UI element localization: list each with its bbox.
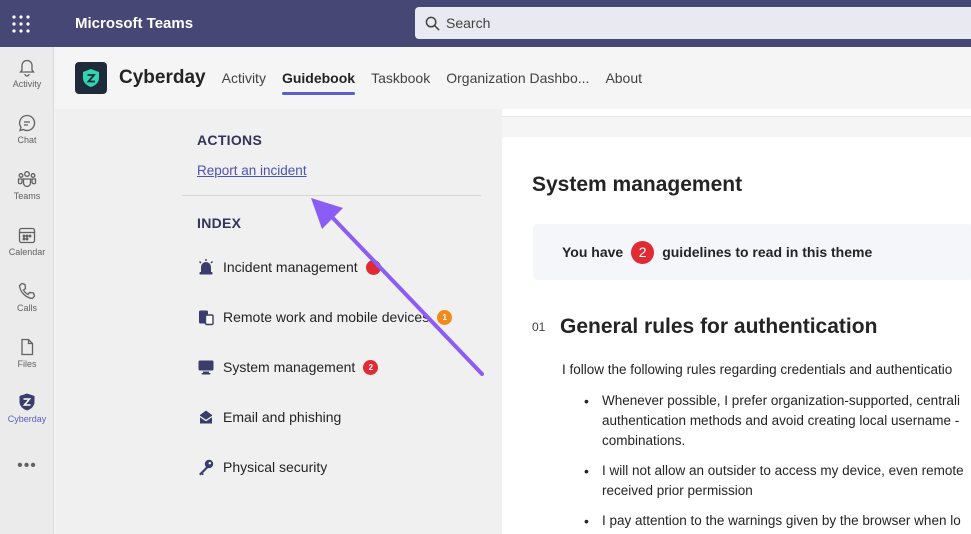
tab-activity[interactable]: Activity <box>222 47 266 109</box>
theme-content: System management You have 2 guidelines … <box>502 137 971 534</box>
calendar-icon <box>18 227 36 244</box>
search-box[interactable]: Search <box>415 7 971 39</box>
index-item-physical-security[interactable]: Physical security <box>197 457 327 477</box>
file-icon <box>21 338 34 356</box>
bell-icon <box>19 59 35 77</box>
list-item: I pay attention to the warnings given by… <box>584 511 971 531</box>
tab-bar: Activity Guidebook Taskbook Organization… <box>222 47 658 109</box>
key-icon <box>199 459 214 476</box>
unread-badge: 2 <box>363 359 379 375</box>
more-apps-icon[interactable]: ••• <box>0 457 54 475</box>
tab-organization-dashboard[interactable]: Organization Dashbo... <box>446 47 589 109</box>
rail-item-files[interactable]: Files <box>0 327 54 377</box>
app-name: Cyberday <box>119 67 206 88</box>
actions-heading: ACTIONS <box>197 132 263 148</box>
search-icon <box>425 16 440 31</box>
chat-icon <box>19 114 36 132</box>
list-item: Whenever possible, I prefer organization… <box>584 391 971 451</box>
phone-icon <box>18 282 36 300</box>
mobile-device-icon <box>199 310 214 326</box>
mail-icon <box>199 410 213 424</box>
content-top-edge <box>502 109 971 117</box>
rail-item-calendar[interactable]: Calendar <box>0 215 54 265</box>
unread-count-badge: 2 <box>631 240 655 264</box>
rail-item-chat[interactable]: Chat <box>0 103 54 153</box>
unread-badge: 1 <box>437 309 453 325</box>
cyberday-icon <box>19 393 35 411</box>
index-item-remote-work[interactable]: Remote work and mobile devices 1 <box>197 307 453 327</box>
app-header: Cyberday Activity Guidebook Taskbook Org… <box>55 47 971 109</box>
tab-taskbook[interactable]: Taskbook <box>371 47 430 109</box>
cyberday-logo <box>75 62 107 94</box>
index-item-system-management[interactable]: System management 2 <box>197 357 379 377</box>
list-item: I will not allow an outsider to access m… <box>584 461 971 501</box>
app-launcher-icon[interactable] <box>0 0 42 47</box>
rail-item-calls[interactable]: Calls <box>0 271 54 321</box>
unread-notice: You have 2 guidelines to read in this th… <box>533 224 971 280</box>
unread-badge <box>365 259 381 275</box>
index-heading: INDEX <box>197 215 242 231</box>
rule-number: 01 <box>532 320 546 334</box>
rail-item-cyberday[interactable]: Cyberday <box>0 382 54 432</box>
siren-icon <box>199 259 213 275</box>
rule-list: Whenever possible, I prefer organization… <box>584 391 971 534</box>
index-item-incident-management[interactable]: Incident management <box>197 257 381 277</box>
theme-title: System management <box>532 173 743 196</box>
rail-item-activity[interactable]: Activity <box>0 47 54 97</box>
title-bar: Microsoft Teams Search <box>0 0 971 47</box>
tab-about[interactable]: About <box>605 47 642 109</box>
search-input[interactable]: Search <box>446 15 490 31</box>
divider <box>182 195 481 196</box>
app-title: Microsoft Teams <box>75 15 194 32</box>
tab-guidebook[interactable]: Guidebook <box>281 47 356 109</box>
teams-icon <box>17 171 37 188</box>
app-rail: Activity Chat Teams Calendar Calls Files <box>0 47 54 534</box>
rule-title: General rules for authentication <box>560 315 878 338</box>
rail-item-teams[interactable]: Teams <box>0 159 54 209</box>
monitor-icon <box>198 360 214 375</box>
report-incident-link[interactable]: Report an incident <box>197 163 307 178</box>
index-item-email-phishing[interactable]: Email and phishing <box>197 407 341 427</box>
guidebook-sidebar: ACTIONS Report an incident INDEX Inciden… <box>55 109 502 534</box>
rule-intro: I follow the following rules regarding c… <box>562 362 953 377</box>
